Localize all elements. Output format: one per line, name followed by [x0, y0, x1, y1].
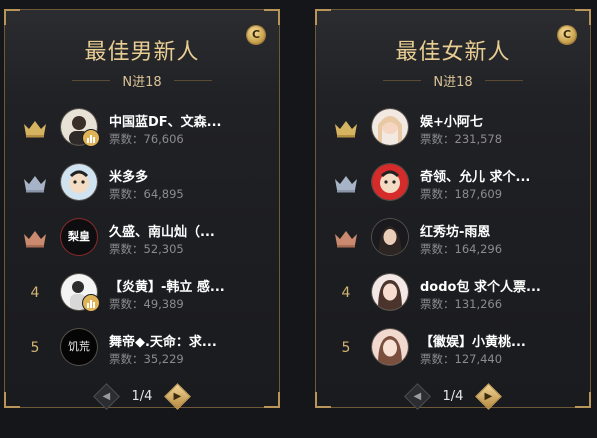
- chevron-left-icon: ◀: [413, 389, 421, 401]
- vote-count: 票数：52,305: [109, 242, 184, 256]
- vote-count: 票数：164,296: [420, 242, 503, 256]
- vote-count: 票数：76,606: [109, 132, 184, 146]
- avatar[interactable]: 饥荒: [61, 329, 97, 365]
- user-name[interactable]: 【徽娱】小黄桃...: [420, 331, 580, 350]
- vote-count: 票数：64,895: [109, 187, 184, 201]
- coin-icon[interactable]: C: [247, 26, 265, 44]
- user-name[interactable]: 红秀坊-雨恩: [420, 221, 580, 240]
- avatar-logo-text: 饥荒: [68, 340, 90, 353]
- prev-page-button[interactable]: ◀: [403, 382, 431, 410]
- user-name[interactable]: 米多多: [109, 166, 269, 185]
- avatar[interactable]: [61, 164, 97, 200]
- vote-count: 票数：127,440: [420, 352, 503, 366]
- vote-count: 票数：35,229: [109, 352, 184, 366]
- list-item[interactable]: 4 【炎黄】-韩立 感... 票数：49,389: [5, 267, 279, 322]
- avatar[interactable]: [372, 109, 408, 145]
- pagination: ◀ 1/4 ▶: [316, 382, 590, 410]
- list-item[interactable]: 奇领、允儿 求个... 票数：187,609: [316, 157, 590, 212]
- coin-icon[interactable]: C: [558, 26, 576, 44]
- list-item[interactable]: 5 饥荒 舞帝◆.天命：求... 票数：35,229: [5, 322, 279, 377]
- vote-count: 票数：187,609: [420, 187, 503, 201]
- divider: [72, 79, 111, 81]
- chevron-right-icon: ▶: [174, 389, 182, 401]
- best-female-newcomer-panel: 最佳女新人 C N进18 娱+小阿七 票数：231,578 奇领、允儿 求个..…: [315, 9, 591, 410]
- user-name[interactable]: 舞帝◆.天命：求...: [109, 331, 269, 350]
- ranking-list: 娱+小阿七 票数：231,578 奇领、允儿 求个... 票数：187,609 …: [316, 102, 590, 377]
- panel-corner-ornament: [4, 9, 20, 25]
- avatar[interactable]: [372, 219, 408, 255]
- avatar[interactable]: [372, 274, 408, 310]
- list-item[interactable]: 5 【徽娱】小黄桃... 票数：127,440: [316, 322, 590, 377]
- user-name[interactable]: 奇领、允儿 求个...: [420, 166, 580, 185]
- vote-count: 票数：231,578: [420, 132, 503, 146]
- user-name[interactable]: dodo包 求个人票...: [420, 276, 580, 295]
- divider: [484, 79, 523, 81]
- pagination: ◀ 1/4 ▶: [5, 382, 279, 410]
- panel-corner-ornament: [264, 9, 280, 25]
- panel-corner-ornament: [315, 9, 331, 25]
- stage-subtitle: N进18: [122, 74, 162, 90]
- rank-3-crown-icon: [330, 224, 362, 252]
- rank-1-crown-icon: [19, 114, 51, 142]
- rank-number: 5: [19, 334, 51, 362]
- user-name[interactable]: 久盛、南山灿（...: [109, 221, 269, 240]
- live-bars-icon: [83, 295, 99, 311]
- rank-number: 5: [330, 334, 362, 362]
- next-page-button[interactable]: ▶: [475, 382, 503, 410]
- list-item[interactable]: 米多多 票数：64,895: [5, 157, 279, 212]
- page-indicator: 1/4: [131, 388, 153, 404]
- chevron-left-icon: ◀: [102, 389, 110, 401]
- list-item[interactable]: 中国蓝DF、文森... 票数：76,606: [5, 102, 279, 157]
- best-male-newcomer-panel: 最佳男新人 C N进18 中国蓝DF、文森... 票数：76,606 米多多 票…: [4, 9, 280, 410]
- panel-corner-ornament: [575, 9, 591, 25]
- divider: [173, 79, 212, 81]
- prev-page-button[interactable]: ◀: [92, 382, 120, 410]
- subtitle-row: N进18: [5, 72, 279, 90]
- avatar[interactable]: [372, 329, 408, 365]
- panel-title: 最佳男新人: [84, 40, 200, 65]
- rank-number-text: 4: [30, 285, 40, 301]
- panel-title: 最佳女新人: [395, 40, 511, 65]
- list-item[interactable]: 娱+小阿七 票数：231,578: [316, 102, 590, 157]
- rank-1-crown-icon: [330, 114, 362, 142]
- avatar[interactable]: [372, 164, 408, 200]
- chevron-right-icon: ▶: [485, 389, 493, 401]
- avatar[interactable]: 梨皇: [61, 219, 97, 255]
- page-indicator: 1/4: [442, 388, 464, 404]
- vote-count: 票数：131,266: [420, 297, 503, 311]
- rank-number-text: 4: [341, 285, 351, 301]
- live-bars-icon: [83, 130, 99, 146]
- rank-number-text: 5: [30, 340, 40, 356]
- rank-3-crown-icon: [19, 224, 51, 252]
- divider: [383, 79, 422, 81]
- stage-subtitle: N进18: [433, 74, 473, 90]
- list-item[interactable]: 梨皇 久盛、南山灿（... 票数：52,305: [5, 212, 279, 267]
- rank-2-crown-icon: [330, 169, 362, 197]
- next-page-button[interactable]: ▶: [164, 382, 192, 410]
- user-name[interactable]: 【炎黄】-韩立 感...: [109, 276, 269, 295]
- vote-count: 票数：49,389: [109, 297, 184, 311]
- user-name[interactable]: 中国蓝DF、文森...: [109, 111, 269, 130]
- avatar-logo-text: 梨皇: [68, 230, 90, 243]
- rank-number: 4: [330, 279, 362, 307]
- ranking-list: 中国蓝DF、文森... 票数：76,606 米多多 票数：64,895 梨皇 久…: [5, 102, 279, 377]
- user-name[interactable]: 娱+小阿七: [420, 111, 580, 130]
- list-item[interactable]: 红秀坊-雨恩 票数：164,296: [316, 212, 590, 267]
- subtitle-row: N进18: [316, 72, 590, 90]
- list-item[interactable]: 4 dodo包 求个人票... 票数：131,266: [316, 267, 590, 322]
- rank-2-crown-icon: [19, 169, 51, 197]
- rank-number-text: 5: [341, 340, 351, 356]
- rank-number: 4: [19, 279, 51, 307]
